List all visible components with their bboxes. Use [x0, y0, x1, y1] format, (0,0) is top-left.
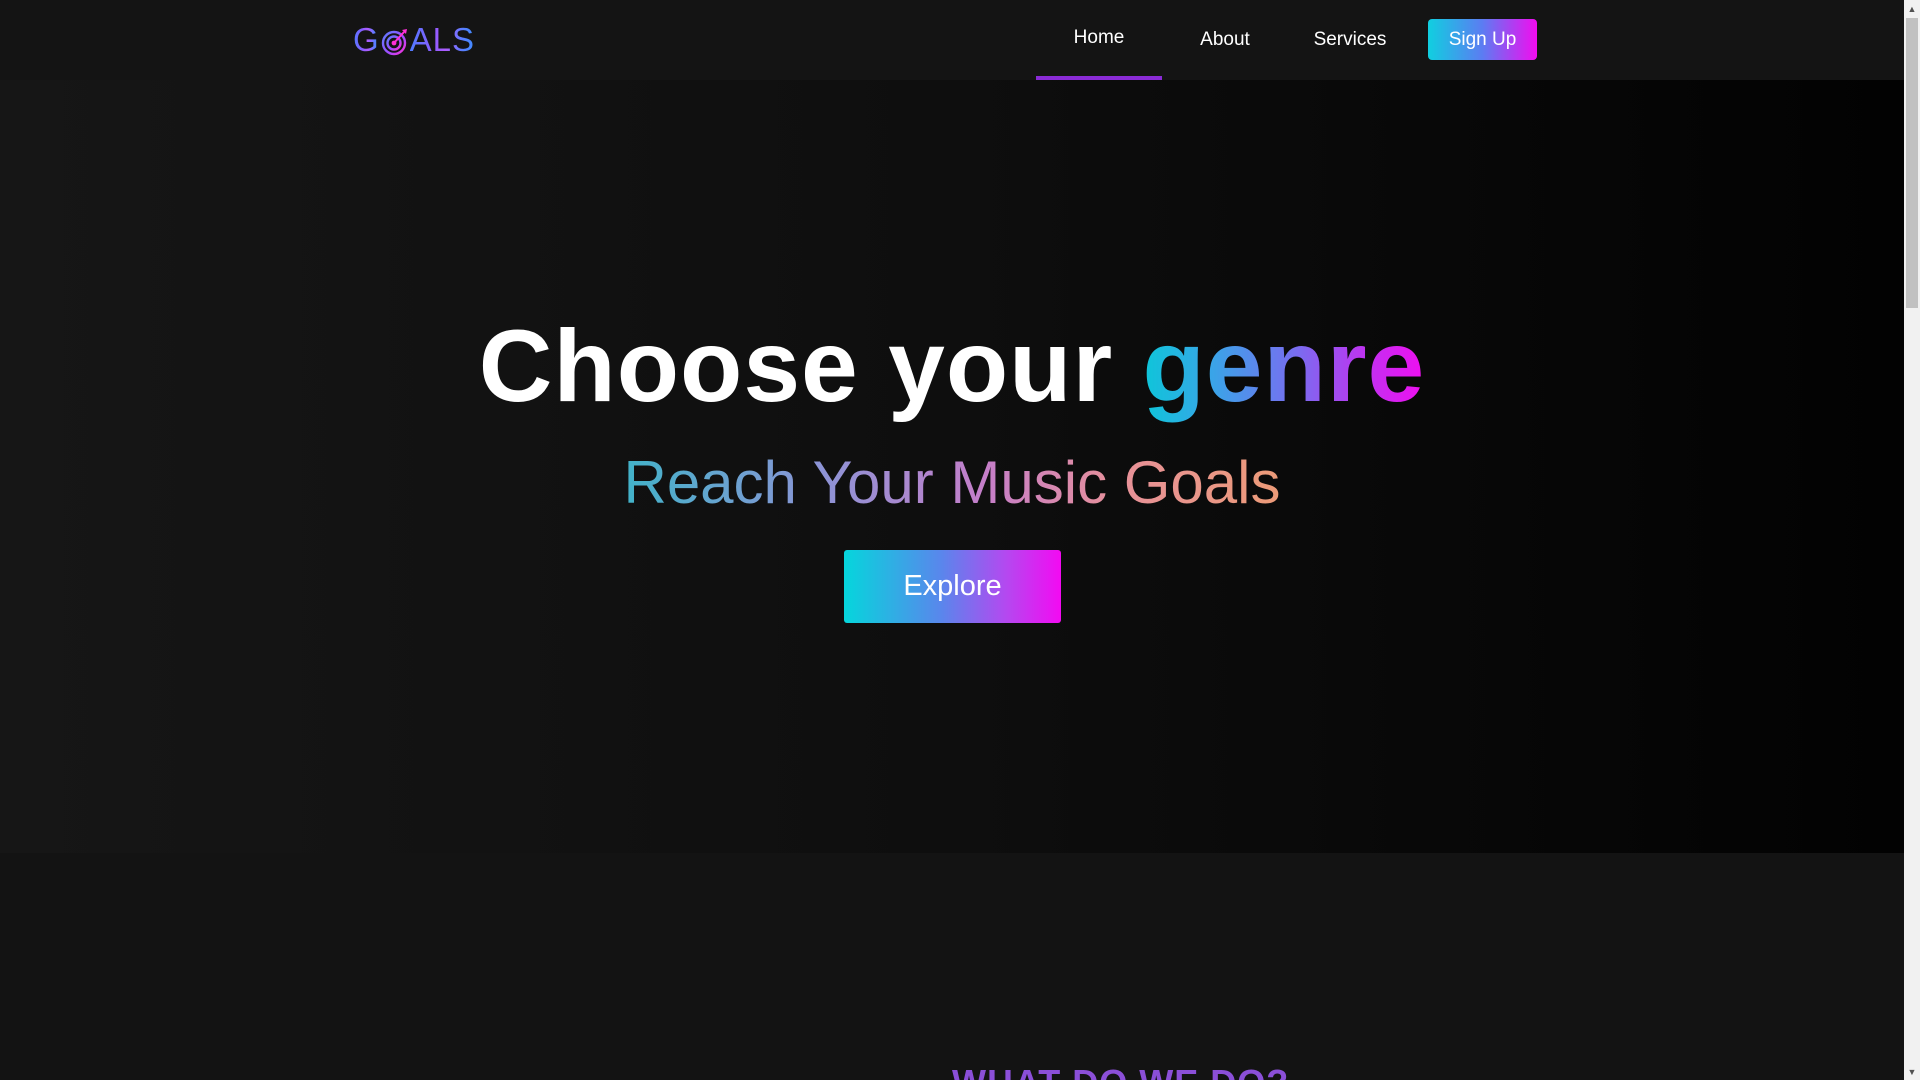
hero-subline-text: Reach Your Music Goals	[623, 449, 1281, 516]
hero-headline-plain: Choose your	[478, 309, 1143, 423]
hero-headline-accent: genre	[1142, 309, 1426, 423]
what-we-do-section	[0, 853, 1904, 1080]
explore-button[interactable]: Explore	[844, 550, 1061, 623]
hero-headline: Choose your genre	[0, 310, 1904, 422]
vertical-scrollbar[interactable]: ▲ ▼	[1904, 0, 1920, 1080]
scrollbar-thumb[interactable]	[1906, 18, 1918, 308]
chevron-up-icon[interactable]: ▲	[1904, 0, 1920, 17]
nav-services-label: Services	[1313, 29, 1387, 50]
nav-home-label: Home	[1073, 27, 1125, 48]
logo-text-end: ALS	[409, 21, 476, 58]
nav-about-label: About	[1200, 29, 1250, 50]
hero-subline: Reach Your Music Goals	[0, 448, 1904, 517]
logo[interactable]: G ALS	[353, 20, 475, 60]
hero-section: Choose your genre Reach Your Music Goals…	[0, 80, 1904, 853]
nav-links: Home About Services	[1036, 0, 1412, 80]
target-icon	[381, 29, 407, 56]
logo-text-start: G	[353, 21, 380, 58]
what-we-do-title: WHAT DO WE DO?	[952, 1062, 1289, 1080]
page-viewport: Choose your genre Reach Your Music Goals…	[0, 0, 1904, 1080]
nav-about[interactable]: About	[1162, 0, 1288, 80]
navbar: G ALS Home About Services Sign Up	[0, 0, 1904, 80]
sign-up-button[interactable]: Sign Up	[1428, 19, 1537, 60]
chevron-down-icon[interactable]: ▼	[1904, 1063, 1920, 1080]
nav-home[interactable]: Home	[1036, 0, 1162, 80]
nav-services[interactable]: Services	[1288, 0, 1412, 80]
